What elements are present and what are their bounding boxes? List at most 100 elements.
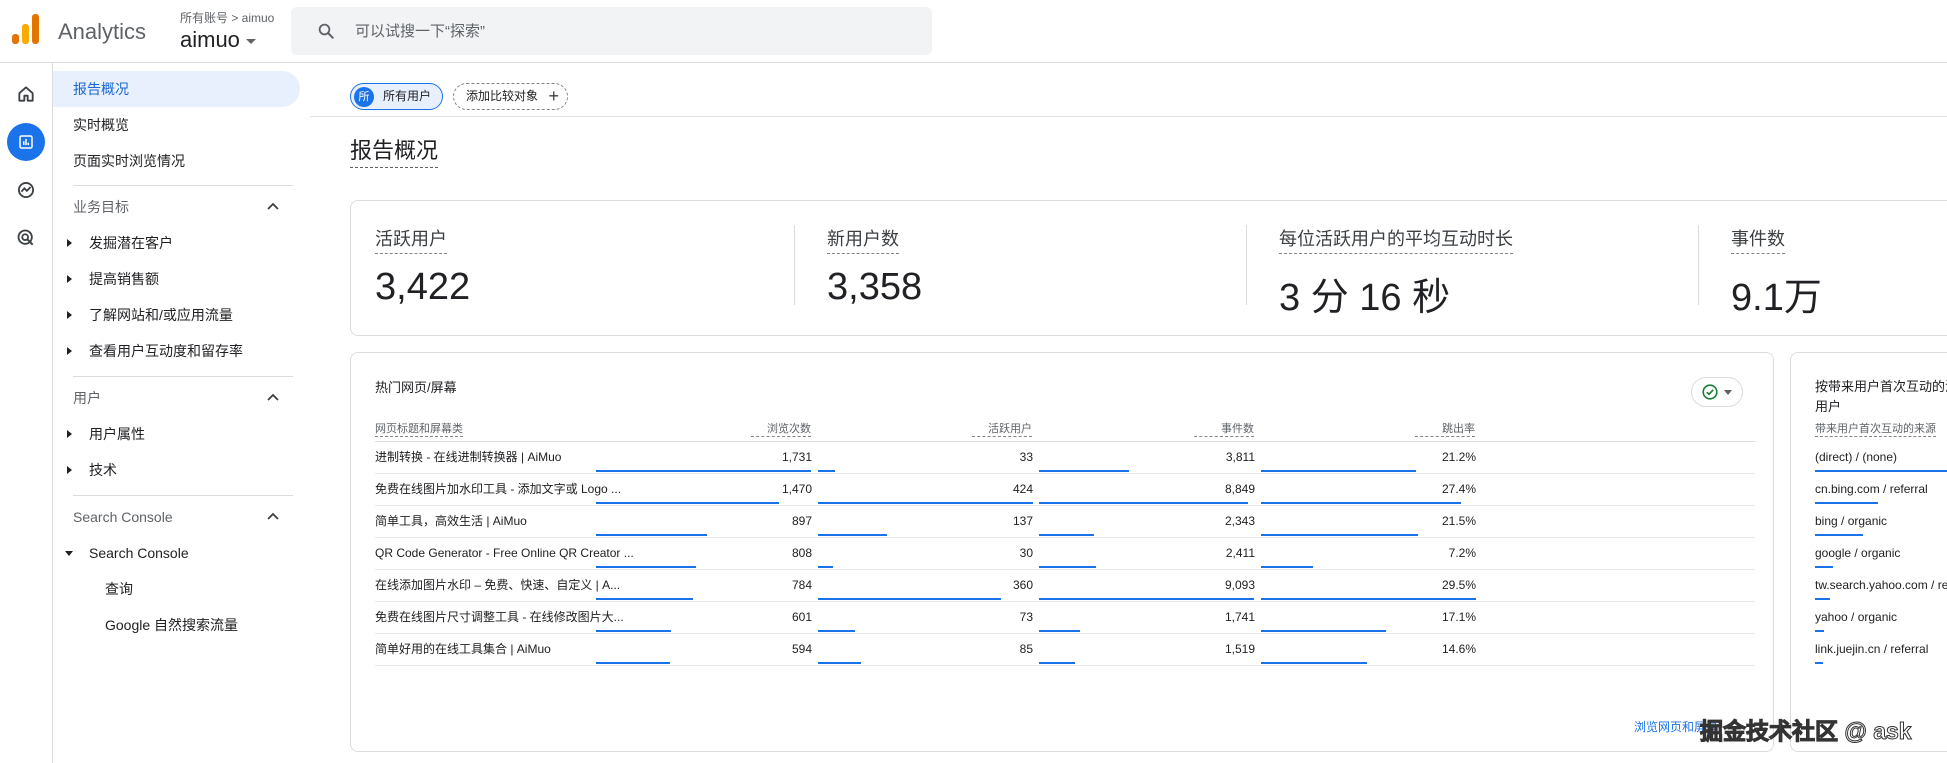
source-bar bbox=[1815, 662, 1823, 664]
bounce-bar bbox=[1261, 630, 1386, 632]
kpi-avg-engagement[interactable]: 每位活跃用户的平均互动时长 3 分 16 秒 bbox=[1279, 225, 1729, 321]
kpi-value: 9.1万 bbox=[1731, 277, 1822, 319]
card-status-button[interactable] bbox=[1691, 377, 1743, 407]
cell-views: 784 bbox=[791, 578, 812, 592]
table-row[interactable]: 简单好用的在线工具集合 | AiMuo 594 85 1,519 14.6% bbox=[375, 634, 1755, 666]
cell-bounce: 7.2% bbox=[1448, 546, 1476, 560]
nav-section-user[interactable]: 用户 bbox=[53, 380, 293, 416]
reports-icon[interactable] bbox=[7, 123, 45, 161]
watermark: 掘金技术社区 @ ask bbox=[1700, 718, 1913, 745]
views-bar bbox=[596, 598, 693, 600]
cell-title[interactable]: 简单好用的在线工具集合 | AiMuo bbox=[375, 634, 645, 664]
nav-item-google-organic[interactable]: Google 自然搜索流量 bbox=[53, 607, 300, 643]
search-box[interactable] bbox=[291, 7, 932, 55]
cell-source: tw.search.yahoo.com / referral bbox=[1815, 578, 1947, 592]
cell-users: 424 bbox=[1012, 482, 1033, 496]
kpi-divider bbox=[1698, 225, 1699, 305]
nav-divider bbox=[73, 376, 293, 377]
table-row[interactable]: 进制转换 - 在线进制转换器 | AiMuo 1,731 33 3,811 21.2% bbox=[375, 442, 1755, 474]
users-bar bbox=[818, 662, 861, 664]
source-row[interactable]: cn.bing.com / referral bbox=[1815, 474, 1947, 506]
col-header-source[interactable]: 带来用户首次互动的来源 bbox=[1815, 422, 1936, 437]
nav-item-label: 提高销售额 bbox=[89, 271, 159, 287]
cell-title[interactable]: 在线添加图片水印 – 免费、快速、自定义 | A... bbox=[375, 570, 645, 600]
source-row[interactable]: link.juejin.cn / referral bbox=[1815, 634, 1947, 666]
source-bar bbox=[1815, 566, 1833, 568]
nav-section-label: Search Console bbox=[73, 509, 173, 525]
dropdown-arrow-icon bbox=[1724, 390, 1732, 395]
table-row[interactable]: 在线添加图片水印 – 免费、快速、自定义 | A... 784 360 9,093 29… bbox=[375, 570, 1755, 602]
chevron-up-icon bbox=[267, 512, 279, 520]
nav-item-tech[interactable]: 技术 bbox=[53, 452, 300, 488]
search-input[interactable] bbox=[355, 19, 895, 43]
nav-item-sales[interactable]: 提高销售额 bbox=[53, 261, 300, 297]
nav-item-leads[interactable]: 发掘潜在客户 bbox=[53, 225, 300, 261]
col-header-title[interactable]: 网页标题和屏幕类 bbox=[375, 422, 463, 437]
users-bar bbox=[818, 470, 835, 472]
kpi-active-users[interactable]: 活跃用户 3,422 bbox=[375, 225, 825, 309]
kpi-label: 每位活跃用户的平均互动时长 bbox=[1279, 225, 1513, 254]
nav-item-engagement[interactable]: 查看用户互动度和留存率 bbox=[53, 333, 300, 369]
expand-arrow-icon bbox=[67, 275, 72, 283]
source-row[interactable]: google / organic bbox=[1815, 538, 1947, 570]
users-bar bbox=[818, 630, 855, 632]
col-header-users[interactable]: 活跃用户 bbox=[972, 422, 1032, 437]
account-name: aimuo bbox=[180, 27, 240, 52]
nav-item-realtime-overview[interactable]: 实时概览 bbox=[53, 107, 300, 143]
nav-item-realtime-pages[interactable]: 页面实时浏览情况 bbox=[53, 143, 300, 179]
expand-arrow-icon bbox=[67, 466, 72, 474]
analytics-logo-icon[interactable] bbox=[12, 14, 40, 46]
table-row[interactable]: QR Code Generator - Free Online QR Creat… bbox=[375, 538, 1755, 570]
nav-item-label: 查看用户互动度和留存率 bbox=[89, 343, 243, 359]
kpi-event-count[interactable]: 事件数 9.1万 bbox=[1731, 225, 1947, 321]
events-bar bbox=[1039, 662, 1075, 664]
col-header-views[interactable]: 浏览次数 bbox=[751, 422, 811, 437]
advertising-icon[interactable] bbox=[7, 219, 45, 257]
nav-item-search-console-group[interactable]: Search Console bbox=[53, 535, 300, 571]
caret-down-icon bbox=[245, 38, 256, 44]
source-row[interactable]: yahoo / organic bbox=[1815, 602, 1947, 634]
source-row[interactable]: tw.search.yahoo.com / referral bbox=[1815, 570, 1947, 602]
nav-item-user-attributes[interactable]: 用户属性 bbox=[53, 416, 300, 452]
table-row[interactable]: 免费在线图片加水印工具 - 添加文字或 Logo ... 1,470 424 8,84… bbox=[375, 474, 1755, 506]
views-bar bbox=[596, 502, 779, 504]
bounce-bar bbox=[1261, 534, 1418, 536]
cell-source: cn.bing.com / referral bbox=[1815, 482, 1928, 496]
add-comparison-button[interactable]: 添加比较对象 + bbox=[453, 83, 568, 110]
explore-icon[interactable] bbox=[7, 171, 45, 209]
cell-events: 2,343 bbox=[1224, 514, 1255, 528]
cell-bounce: 29.5% bbox=[1441, 578, 1476, 592]
col-header-events[interactable]: 事件数 bbox=[1194, 422, 1254, 437]
nav-item-label: 技术 bbox=[89, 462, 117, 478]
kpi-label: 事件数 bbox=[1731, 225, 1785, 254]
source-row[interactable]: (direct) / (none) bbox=[1815, 442, 1947, 474]
nav-item-queries[interactable]: 查询 bbox=[53, 571, 300, 607]
nav-section-search-console[interactable]: Search Console bbox=[53, 499, 293, 535]
events-bar bbox=[1039, 598, 1254, 600]
nav-section-label: 业务目标 bbox=[73, 199, 129, 215]
cell-users: 85 bbox=[1019, 642, 1033, 656]
nav-item-reports-snapshot[interactable]: 报告概况 bbox=[53, 71, 300, 107]
account-selector[interactable]: aimuo bbox=[180, 27, 256, 53]
add-comparison-label: 添加比较对象 bbox=[466, 89, 539, 103]
nav-item-traffic[interactable]: 了解网站和/或应用流量 bbox=[53, 297, 300, 333]
table-row[interactable]: 免费在线图片尺寸调整工具 - 在线修改图片大... 601 73 1,741 17.1% bbox=[375, 602, 1755, 634]
cell-title[interactable]: 免费在线图片尺寸调整工具 - 在线修改图片大... bbox=[375, 602, 645, 632]
bounce-bar bbox=[1261, 566, 1313, 568]
cell-title[interactable]: 免费在线图片加水印工具 - 添加文字或 Logo ... bbox=[375, 474, 645, 504]
cell-title[interactable]: QR Code Generator - Free Online QR Creat… bbox=[375, 538, 645, 568]
all-users-chip[interactable]: 所 所有用户 bbox=[350, 83, 443, 110]
cell-source: link.juejin.cn / referral bbox=[1815, 642, 1929, 656]
cell-events: 1,741 bbox=[1224, 610, 1255, 624]
col-header-bounce[interactable]: 跳出率 bbox=[1415, 422, 1475, 437]
table-row[interactable]: 简单工具，高效生活 | AiMuo 897 137 2,343 21.5% bbox=[375, 506, 1755, 538]
home-icon[interactable] bbox=[7, 75, 45, 113]
cell-events: 2,411 bbox=[1225, 546, 1255, 560]
nav-section-business[interactable]: 业务目标 bbox=[53, 189, 293, 225]
account-breadcrumb[interactable]: 所有账号 > aimuo bbox=[180, 9, 274, 26]
top-pages-card: 热门网页/屏幕 网页标题和屏幕类 浏览次数 活跃用户 事件数 跳出率 进制转换 … bbox=[350, 352, 1774, 752]
cell-title[interactable]: 简单工具，高效生活 | AiMuo bbox=[375, 506, 645, 536]
kpi-new-users[interactable]: 新用户数 3,358 bbox=[827, 225, 1277, 309]
cell-title[interactable]: 进制转换 - 在线进制转换器 | AiMuo bbox=[375, 442, 645, 472]
source-row[interactable]: bing / organic bbox=[1815, 506, 1947, 538]
